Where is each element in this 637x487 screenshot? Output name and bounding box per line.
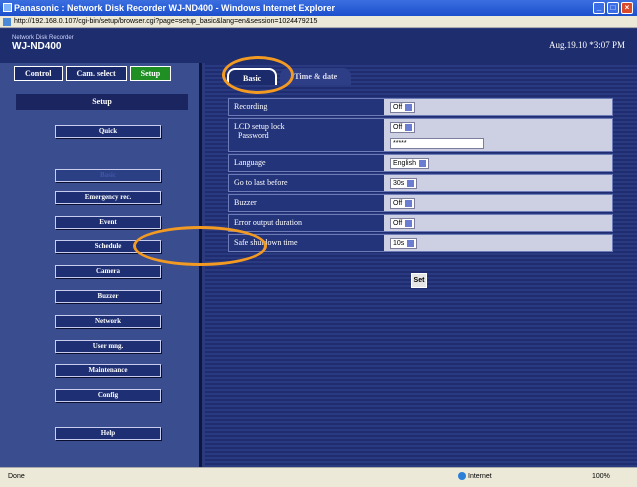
globe-icon [458,472,466,481]
address-text: http://192.168.0.107/cgi-bin/setup/brows… [14,18,318,25]
select-value: 10s [393,240,405,247]
select-value: Off [393,220,403,227]
maximize-icon[interactable]: □ [607,2,619,14]
select-value: Off [393,200,403,207]
setting-label: Recording [234,102,268,111]
sidebar-item-config[interactable]: Config [55,389,161,402]
recording-select[interactable]: Off [390,102,416,113]
sidebar-item-emergency-rec[interactable]: Emergency rec. [55,191,161,204]
chevron-down-icon [405,123,413,131]
mode-setup-button[interactable]: Setup [129,66,172,81]
set-button[interactable]: Set [411,273,427,288]
mode-tabs: Control Cam. select Setup [14,66,172,81]
setting-value-cell: Off [384,99,612,115]
setting-label: Go to last before [234,178,288,187]
language-select[interactable]: English [390,158,429,169]
chevron-down-icon [405,219,413,227]
setting-label: LCD setup lock Password [234,122,285,140]
sidebar-item-event[interactable]: Event [55,216,161,229]
status-bar: Done Internet 100% [0,467,637,487]
setting-row-buzzer: Buzzer Off [228,194,613,212]
setting-row-language: Language English [228,154,613,172]
sidebar-item-basic[interactable]: Basic [55,169,161,182]
highlight-ring-basic-tab [222,56,294,94]
clock-display: Aug.19.10 *3:07 PM [548,40,625,50]
window-controls: _ □ × [593,2,633,14]
setting-row-error-output: Error output duration Off [228,214,613,232]
setting-value-cell: Off [384,215,612,231]
page-icon [3,18,11,26]
goto-last-select[interactable]: 30s [390,178,418,189]
main-panel: Basic Time & date Recording Off LCD setu… [205,63,637,467]
mode-cam-select-button[interactable]: Cam. select [65,66,127,81]
setting-label: Buzzer [234,198,257,207]
setting-value-cell: 10s [384,235,612,251]
select-value: Off [393,124,403,131]
status-text: Done [8,473,25,480]
setting-value-cell: Off [384,195,612,211]
minimize-icon[interactable]: _ [593,2,605,14]
sidebar: Control Cam. select Setup Setup Quick Ba… [0,63,202,467]
sidebar-heading: Setup [16,94,188,110]
chevron-down-icon [407,239,415,247]
highlight-ring-schedule [133,226,267,266]
error-output-select[interactable]: Off [390,218,416,229]
sidebar-item-camera[interactable]: Camera [55,265,161,278]
select-value: 30s [393,180,405,187]
buzzer-select[interactable]: Off [390,198,416,209]
setting-row-safe-shutdown: Safe shutdown time 10s [228,234,613,252]
setting-value-cell: English [384,155,612,171]
setting-row-lcd-lock: LCD setup lock Password Off ***** [228,118,613,152]
sidebar-item-help[interactable]: Help [55,427,161,440]
chevron-down-icon [418,159,426,167]
sidebar-item-quick[interactable]: Quick [55,125,161,138]
chevron-down-icon [407,179,415,187]
address-bar[interactable]: http://192.168.0.107/cgi-bin/setup/brows… [0,16,637,28]
select-value: Off [393,104,403,111]
security-zone: Internet [458,468,492,486]
password-field[interactable]: ***** [390,138,484,149]
setting-row-recording: Recording Off [228,98,613,116]
sidebar-item-buzzer[interactable]: Buzzer [55,290,161,303]
sidebar-item-user-mng[interactable]: User mng. [55,340,161,353]
lcd-lock-select[interactable]: Off [390,122,416,133]
brand-title: WJ-ND400 [12,41,62,52]
zoom-level[interactable]: 100% [592,468,610,486]
window-title: Panasonic : Network Disk Recorder WJ-ND4… [14,3,335,13]
safe-shutdown-select[interactable]: 10s [390,238,418,249]
mode-control-button[interactable]: Control [14,66,63,81]
setting-value-cell: 30s [384,175,612,191]
select-value: English [393,160,416,167]
app-header: Network Disk Recorder WJ-ND400 Aug.19.10… [0,29,637,63]
close-icon[interactable]: × [621,2,633,14]
lcd-lock-label: LCD setup lock [234,122,285,131]
chevron-down-icon [405,199,413,207]
setting-value-cell: Off ***** [384,119,612,151]
settings-table: Recording Off LCD setup lock Password Off… [228,98,613,254]
sidebar-item-network[interactable]: Network [55,315,161,328]
password-label: Password [238,131,269,140]
window-titlebar: Panasonic : Network Disk Recorder WJ-ND4… [0,0,637,16]
ie-icon [3,3,12,12]
setting-label: Language [234,158,266,167]
zone-label: Internet [468,473,492,480]
sidebar-item-maintenance[interactable]: Maintenance [55,364,161,377]
setting-row-goto-last: Go to last before 30s [228,174,613,192]
chevron-down-icon [405,103,413,111]
setting-label: Error output duration [234,218,302,227]
